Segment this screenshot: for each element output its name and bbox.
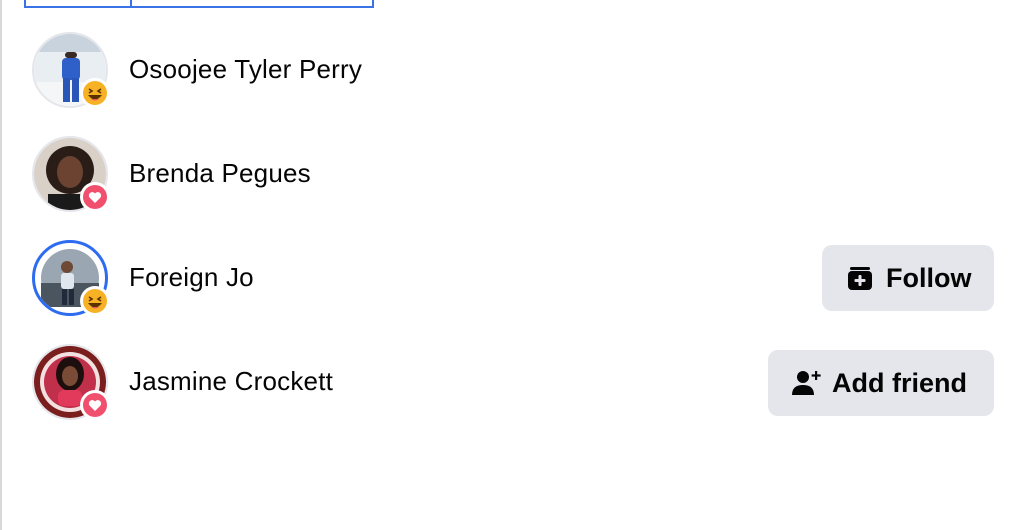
add-friend-button[interactable]: Add friend [768, 350, 994, 416]
person-name[interactable]: Brenda Pegues [129, 158, 311, 188]
haha-emoji-icon [80, 286, 110, 316]
reaction-filter-tabs[interactable] [24, 0, 374, 8]
tab-active-indicator [26, 0, 132, 6]
avatar[interactable] [32, 344, 110, 420]
list-item[interactable]: Osoojee Tyler Perry [0, 18, 1024, 122]
follow-page-icon [844, 262, 876, 294]
person-name[interactable]: Jasmine Crockett [129, 366, 333, 396]
haha-emoji-icon [80, 78, 110, 108]
list-item[interactable]: Jasmine Crockett Add friend [0, 330, 1024, 434]
avatar[interactable] [32, 32, 110, 108]
follow-button[interactable]: Follow [822, 245, 994, 311]
person-name[interactable]: Foreign Jo [129, 262, 254, 292]
avatar[interactable] [32, 240, 110, 316]
follow-button-label: Follow [886, 262, 972, 293]
avatar[interactable] [32, 136, 110, 212]
list-item[interactable]: Brenda Pegues [0, 122, 1024, 226]
add-friend-button-label: Add friend [832, 367, 967, 398]
heart-reaction-icon [80, 182, 110, 212]
person-name[interactable]: Osoojee Tyler Perry [129, 54, 362, 84]
add-friend-icon [790, 367, 822, 399]
heart-reaction-icon [80, 390, 110, 420]
list-item[interactable]: Foreign Jo Follow [0, 226, 1024, 330]
